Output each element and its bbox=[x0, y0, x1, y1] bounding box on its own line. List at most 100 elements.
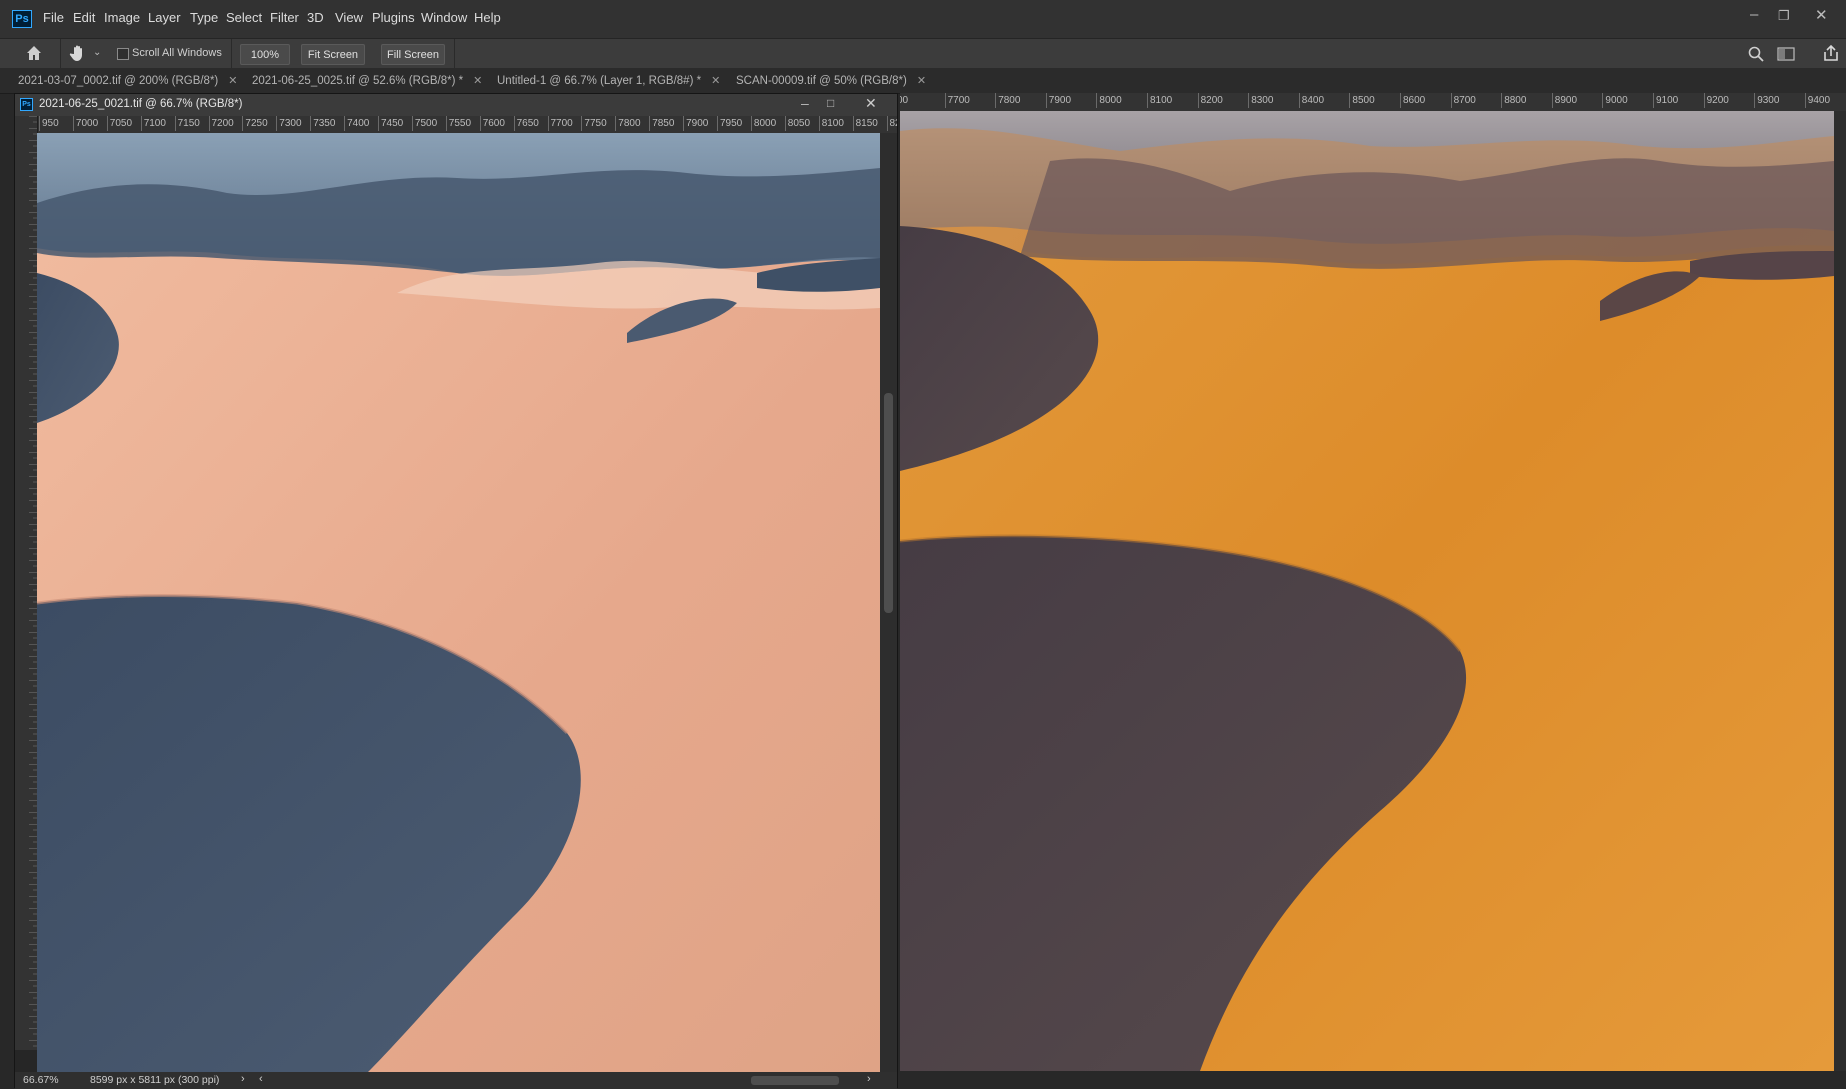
maximize-icon[interactable]: □ bbox=[827, 96, 834, 110]
horizontal-scrollbar-thumb[interactable] bbox=[751, 1076, 839, 1085]
scroll-left-icon[interactable]: ‹ bbox=[259, 1073, 263, 1085]
menu-help[interactable]: Help bbox=[474, 10, 501, 25]
document-tab-bar: 2021-03-07_0002.tif @ 200% (RGB/8*) ✕ 202… bbox=[0, 68, 1846, 94]
menu-view[interactable]: View bbox=[335, 10, 363, 25]
close-icon[interactable]: ✕ bbox=[228, 74, 237, 87]
ruler-tick: 9100 bbox=[1653, 93, 1678, 108]
status-bar: 66.67% 8599 px x 5811 px (300 ppi) › ‹ › bbox=[15, 1072, 897, 1089]
workspace-icon[interactable] bbox=[1777, 46, 1795, 62]
ruler-tick: 7100 bbox=[140, 116, 166, 131]
ruler-tick: 8300 bbox=[1248, 93, 1273, 108]
menu-bar: Ps File Edit Image Layer Type Select Fil… bbox=[0, 0, 1846, 38]
menu-file[interactable]: File bbox=[43, 10, 64, 25]
menu-select[interactable]: Select bbox=[226, 10, 262, 25]
floating-document-window: Ps 2021-06-25_0021.tif @ 66.7% (RGB/8*) … bbox=[14, 93, 898, 1089]
menu-layer[interactable]: Layer bbox=[148, 10, 181, 25]
ruler-tick: 950 bbox=[39, 116, 59, 131]
vertical-ruler[interactable] bbox=[15, 116, 38, 1050]
share-icon[interactable] bbox=[1822, 44, 1840, 62]
ruler-tick: 8150 bbox=[852, 116, 878, 131]
ruler-tick: 8200 bbox=[1197, 93, 1223, 108]
ruler-tick: 7400 bbox=[344, 116, 369, 131]
ruler-tick: 8600 bbox=[1400, 93, 1425, 108]
document-title-bar[interactable]: Ps 2021-06-25_0021.tif @ 66.7% (RGB/8*) … bbox=[15, 94, 897, 116]
divider bbox=[231, 39, 232, 69]
ruler-tick: 7150 bbox=[174, 116, 200, 131]
fit-screen-button[interactable]: Fit Screen bbox=[301, 44, 365, 65]
ruler-tick: 7500 bbox=[411, 116, 437, 131]
scroll-all-windows-label: Scroll All Windows bbox=[132, 47, 222, 59]
horizontal-ruler-right[interactable]: 00 7700 7800 7900 8000 8100 8200 8300 8400 8500 86… bbox=[900, 93, 1846, 112]
horizontal-ruler[interactable]: 950 7000 7050 7100 7150 7200 7250 7300 7350 7400 7… bbox=[37, 116, 897, 134]
ruler-tick: 8500 bbox=[1349, 93, 1375, 108]
fill-screen-button[interactable]: Fill Screen bbox=[381, 44, 445, 65]
zoom-level[interactable]: 66.67% bbox=[23, 1074, 59, 1086]
scroll-all-windows-checkbox[interactable] bbox=[117, 48, 129, 60]
scrollbar-thumb[interactable] bbox=[884, 393, 893, 613]
close-icon[interactable]: ✕ bbox=[917, 74, 926, 87]
ruler-tick: 7800 bbox=[615, 116, 641, 131]
close-icon[interactable]: ✕ bbox=[1815, 6, 1828, 24]
ruler-tick: 8050 bbox=[784, 116, 810, 131]
ruler-tick: 7650 bbox=[513, 116, 539, 131]
menu-plugins[interactable]: Plugins bbox=[372, 10, 415, 25]
options-bar: ⌄ Scroll All Windows 100% Fit Screen Fil… bbox=[0, 38, 1846, 70]
tab-document-1[interactable]: 2021-03-07_0002.tif @ 200% (RGB/8*) ✕ bbox=[18, 68, 237, 93]
ruler-tick: 820 bbox=[886, 116, 897, 131]
vertical-scrollbar-right[interactable] bbox=[1834, 111, 1846, 1071]
close-icon[interactable]: ✕ bbox=[473, 74, 482, 87]
chevron-right-icon[interactable]: › bbox=[241, 1073, 245, 1085]
minimize-icon[interactable]: – bbox=[1750, 6, 1758, 23]
tab-document-4[interactable]: SCAN-00009.tif @ 50% (RGB/8*) ✕ bbox=[736, 68, 926, 93]
ruler-tick: 8700 bbox=[1450, 93, 1476, 108]
menu-image[interactable]: Image bbox=[104, 10, 140, 25]
vertical-scrollbar[interactable] bbox=[880, 133, 897, 1073]
ruler-tick: 7800 bbox=[995, 93, 1020, 108]
photoshop-doc-icon: Ps bbox=[20, 98, 33, 111]
zoom-100-button[interactable]: 100% bbox=[240, 44, 290, 65]
scroll-right-icon[interactable]: › bbox=[867, 1073, 871, 1085]
tab-label: 2021-06-25_0025.tif @ 52.6% (RGB/8*) * bbox=[252, 74, 464, 87]
minimize-icon[interactable]: – bbox=[801, 95, 809, 111]
chevron-down-icon[interactable]: ⌄ bbox=[93, 47, 101, 58]
tab-label: Untitled-1 @ 66.7% (Layer 1, RGB/8#) * bbox=[497, 74, 702, 87]
menu-3d[interactable]: 3D bbox=[307, 10, 324, 25]
ruler-tick: 7950 bbox=[717, 116, 742, 131]
menu-type[interactable]: Type bbox=[190, 10, 218, 25]
menu-window[interactable]: Window bbox=[421, 10, 467, 25]
ruler-tick: 7250 bbox=[242, 116, 268, 131]
ruler-tick: 7550 bbox=[445, 116, 471, 131]
ruler-tick: 7350 bbox=[310, 116, 335, 131]
restore-icon[interactable]: ❐ bbox=[1778, 8, 1790, 24]
document-title: 2021-06-25_0021.tif @ 66.7% (RGB/8*) bbox=[39, 98, 243, 110]
close-icon[interactable]: ✕ bbox=[711, 74, 720, 87]
ruler-tick: 7200 bbox=[208, 116, 234, 131]
ruler-tick: 8100 bbox=[818, 116, 844, 131]
ruler-tick: 7450 bbox=[378, 116, 403, 131]
ruler-tick: 9200 bbox=[1703, 93, 1729, 108]
document-canvas[interactable] bbox=[37, 133, 880, 1073]
home-icon[interactable] bbox=[25, 44, 43, 62]
ruler-tick: 00 bbox=[900, 93, 908, 108]
tab-label: SCAN-00009.tif @ 50% (RGB/8*) bbox=[736, 74, 907, 87]
photoshop-logo-icon[interactable]: Ps bbox=[12, 10, 32, 28]
tab-document-3[interactable]: Untitled-1 @ 66.7% (Layer 1, RGB/8#) * ✕ bbox=[497, 68, 720, 93]
ruler-tick: 7700 bbox=[547, 116, 573, 131]
ruler-tick: 8900 bbox=[1551, 93, 1577, 108]
tab-label: 2021-03-07_0002.tif @ 200% (RGB/8*) bbox=[18, 74, 219, 87]
menu-filter[interactable]: Filter bbox=[270, 10, 299, 25]
ruler-tick: 8000 bbox=[1096, 93, 1122, 108]
search-icon[interactable] bbox=[1747, 45, 1765, 63]
ruler-tick: 7700 bbox=[944, 93, 970, 108]
ruler-tick: 8100 bbox=[1147, 93, 1172, 108]
ruler-tick: 7050 bbox=[106, 116, 132, 131]
ruler-tick: 7850 bbox=[649, 116, 674, 131]
menu-edit[interactable]: Edit bbox=[73, 10, 95, 25]
ruler-tick: 8800 bbox=[1501, 93, 1526, 108]
ruler-tick: 9300 bbox=[1754, 93, 1779, 108]
close-icon[interactable]: ✕ bbox=[865, 95, 877, 112]
tab-document-2[interactable]: 2021-06-25_0025.tif @ 52.6% (RGB/8*) * ✕ bbox=[252, 68, 482, 93]
document-info: 8599 px x 5811 px (300 ppi) bbox=[90, 1074, 220, 1086]
document-canvas-right[interactable] bbox=[900, 111, 1834, 1071]
hand-tool-icon[interactable] bbox=[68, 43, 88, 63]
